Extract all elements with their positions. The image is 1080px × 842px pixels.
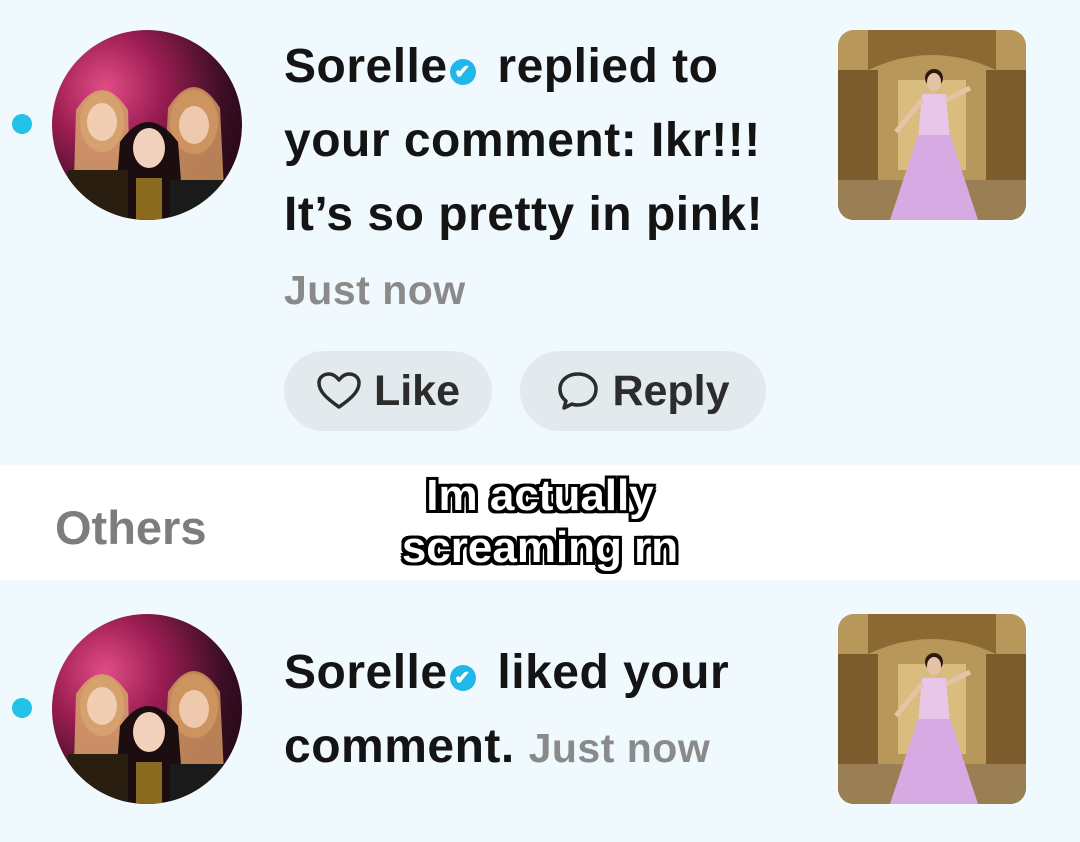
verified-check-icon: ✔ — [449, 665, 476, 691]
like-button[interactable]: Like — [284, 351, 492, 431]
verified-check-icon: ✔ — [449, 59, 476, 85]
unread-dot — [12, 114, 32, 134]
video-thumbnail[interactable] — [838, 30, 1026, 220]
username[interactable]: Sorelle — [284, 40, 448, 93]
unread-dot — [12, 698, 32, 718]
like-label: Like — [373, 366, 461, 415]
overlay-caption: Im actually screaming rn — [330, 470, 750, 574]
timestamp: Just now — [284, 267, 466, 313]
reply-button[interactable]: Reply — [520, 351, 766, 431]
notification-text: Sorelle ✔ liked your comment. Just now — [284, 636, 804, 785]
timestamp: Just now — [528, 725, 711, 771]
caption-line: screaming rn — [401, 523, 679, 572]
section-header-others: Others — [55, 501, 207, 554]
video-thumbnail[interactable] — [838, 614, 1026, 804]
notification-like[interactable]: Sorelle ✔ liked your comment. Just now — [0, 580, 1080, 842]
caption-line: Im actually — [426, 471, 654, 520]
reply-label: Reply — [612, 366, 730, 415]
heart-outline-icon — [317, 372, 361, 409]
notification-reply[interactable]: Sorelle ✔ replied to your comment: Ikr!!!… — [0, 0, 1080, 465]
notification-text: Sorelle ✔ replied to your comment: Ikr!!!… — [284, 30, 804, 327]
speech-bubble-icon — [558, 372, 599, 410]
username[interactable]: Sorelle — [284, 646, 448, 699]
avatar[interactable] — [52, 614, 242, 804]
avatar[interactable] — [52, 30, 242, 220]
